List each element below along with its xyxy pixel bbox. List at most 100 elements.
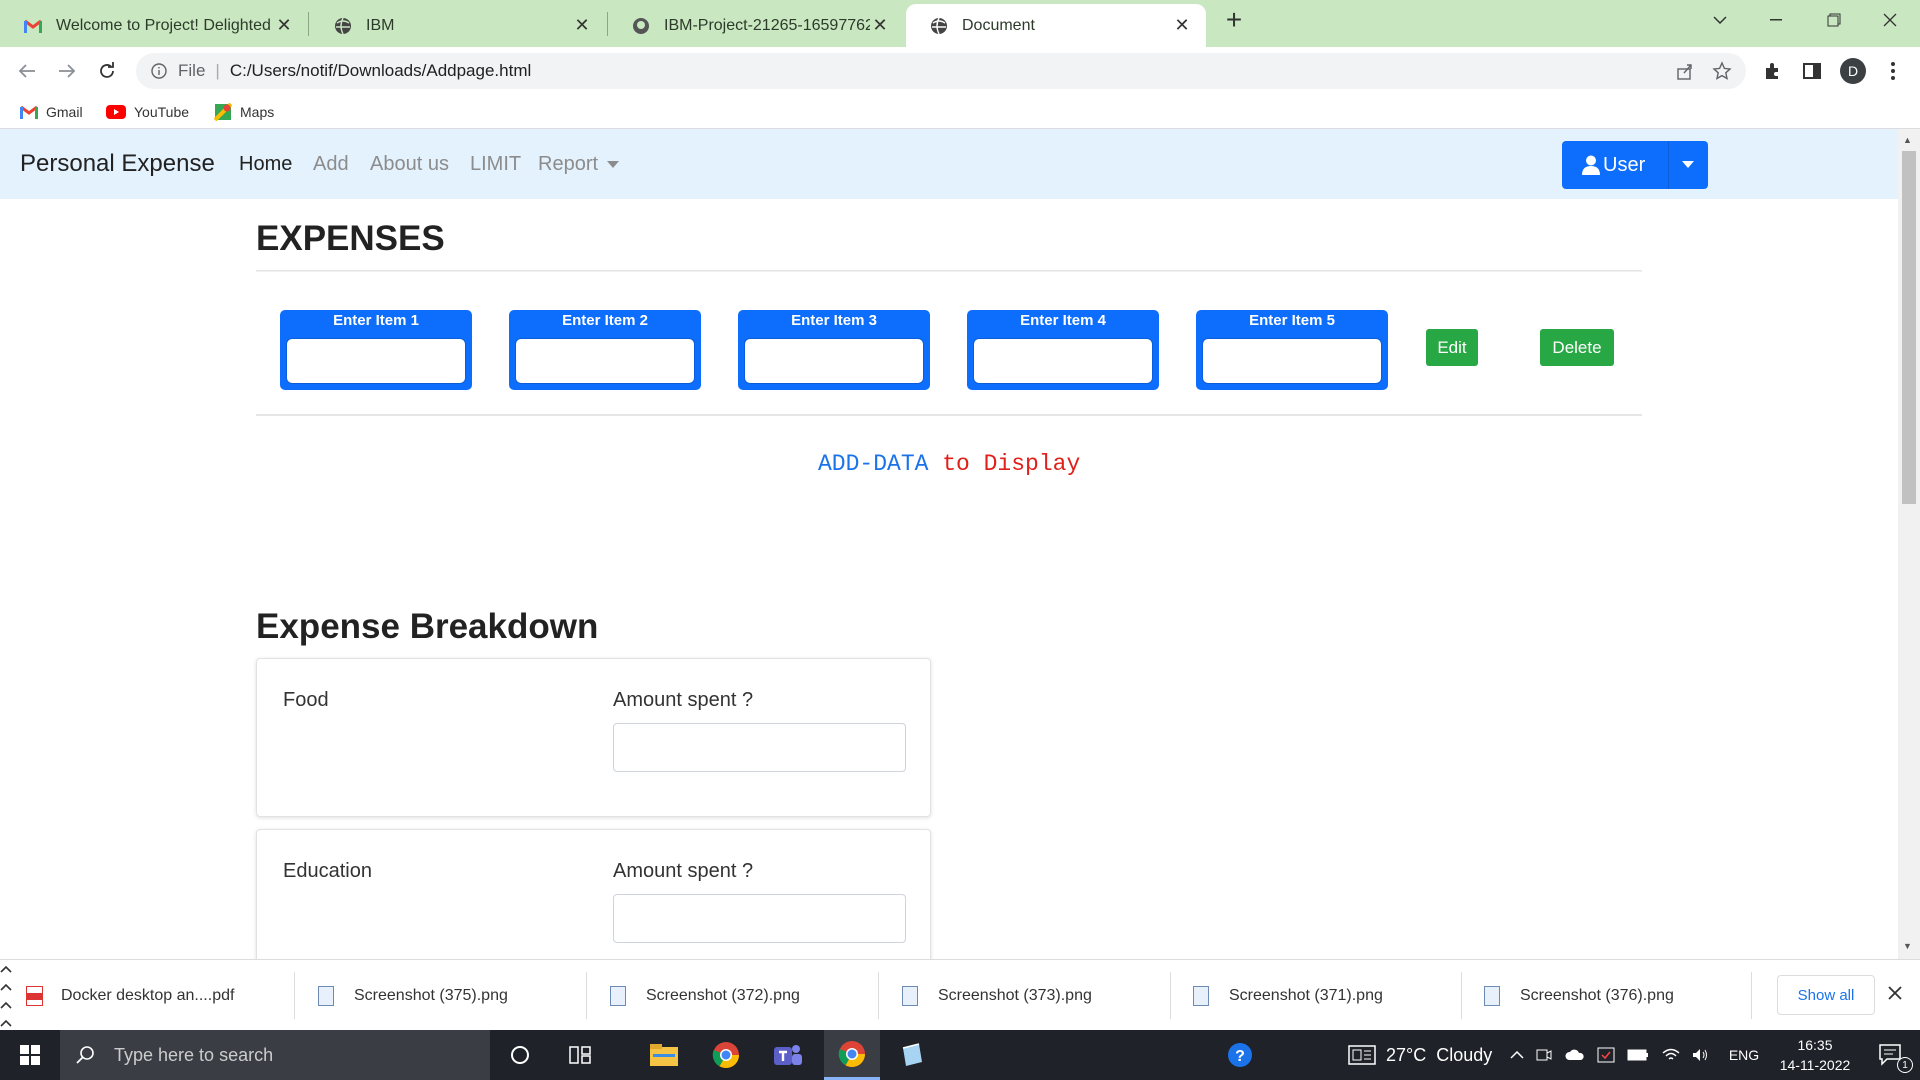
task-view-icon[interactable] <box>560 1030 600 1080</box>
chrome-active-taskbar-icon[interactable] <box>824 1030 880 1080</box>
share-icon[interactable] <box>1676 62 1694 85</box>
show-all-button[interactable]: Show all <box>1777 975 1875 1015</box>
bookmark-star-icon[interactable] <box>1712 61 1732 86</box>
nav-link-add[interactable]: Add <box>313 129 349 199</box>
item-input-box-4: Enter Item 4 <box>967 310 1159 390</box>
address-bar[interactable]: File | C:/Users/notif/Downloads/Addpage.… <box>136 53 1746 89</box>
meet-icon[interactable] <box>1536 1048 1552 1062</box>
close-tab-icon[interactable]: ✕ <box>870 15 890 36</box>
minimize-icon[interactable] <box>1748 0 1804 40</box>
profile-avatar[interactable]: D <box>1837 55 1869 87</box>
taskbar-search-box[interactable]: Type here to search <box>60 1030 490 1080</box>
windows-start-icon[interactable] <box>0 1030 60 1080</box>
help-icon[interactable]: ? <box>1222 1030 1258 1080</box>
close-tab-icon[interactable]: ✕ <box>572 15 592 36</box>
chrome-taskbar-icon[interactable] <box>702 1030 750 1080</box>
delete-button[interactable]: Delete <box>1540 329 1614 366</box>
nav-dropdown-report[interactable]: Report <box>538 129 620 199</box>
download-filename: Screenshot (372).png <box>646 986 800 1004</box>
tab-gmail[interactable]: Welcome to Project! Delighted to ✕ <box>0 4 308 47</box>
download-filename: Screenshot (371).png <box>1229 986 1383 1004</box>
item-input[interactable] <box>973 338 1153 384</box>
download-separator <box>1170 972 1171 1019</box>
language-indicator[interactable]: ENG <box>1724 1030 1764 1080</box>
side-panel-icon[interactable] <box>1796 55 1828 87</box>
battery-icon[interactable] <box>1627 1049 1649 1061</box>
onedrive-icon[interactable] <box>1565 1049 1585 1061</box>
item-input[interactable] <box>286 338 466 384</box>
bookmark-youtube[interactable]: YouTube <box>106 95 189 129</box>
amount-input[interactable] <box>613 723 906 772</box>
brand-link[interactable]: Personal Expense <box>20 129 215 199</box>
weather-widget[interactable]: 27°C Cloudy <box>1348 1030 1508 1080</box>
download-item[interactable]: Screenshot (371).png <box>1193 960 1383 1031</box>
bookmark-gmail[interactable]: Gmail <box>20 95 83 129</box>
reload-icon[interactable] <box>91 55 123 87</box>
notifications-icon[interactable]: 1 <box>1866 1030 1916 1080</box>
weather-icon <box>1348 1045 1376 1065</box>
kebab-menu-icon[interactable] <box>1877 55 1909 87</box>
tab-github[interactable]: IBM-Project-21265-1659776205/ ✕ <box>608 4 904 47</box>
amount-input[interactable] <box>613 894 906 943</box>
download-item[interactable]: Screenshot (375).png <box>318 960 508 1031</box>
nav-link-about[interactable]: About us <box>370 129 449 199</box>
volume-icon[interactable] <box>1692 1048 1710 1062</box>
nav-link-limit[interactable]: LIMIT <box>470 129 521 199</box>
download-item[interactable]: Docker desktop an....pdf <box>26 960 234 1031</box>
bookmark-maps[interactable]: Maps <box>214 95 274 129</box>
close-tab-icon[interactable]: ✕ <box>274 15 294 36</box>
tab-document[interactable]: Document ✕ <box>906 4 1206 47</box>
back-arrow-icon[interactable] <box>11 55 43 87</box>
item-input-box-2: Enter Item 2 <box>509 310 701 390</box>
add-data-keyword: ADD-DATA <box>818 451 929 477</box>
item-input[interactable] <box>515 338 695 384</box>
caret-down-icon[interactable] <box>1682 161 1694 168</box>
amount-label: Amount spent ? <box>613 860 754 882</box>
new-tab-button[interactable]: + <box>1210 0 1258 40</box>
notepad-icon[interactable] <box>888 1030 936 1080</box>
download-filename: Docker desktop an....pdf <box>61 986 235 1004</box>
item-input[interactable] <box>744 338 924 384</box>
chevron-up-icon[interactable] <box>1510 1051 1524 1059</box>
user-dropdown-button[interactable]: User <box>1562 141 1708 189</box>
security-icon[interactable] <box>1597 1047 1615 1063</box>
item-label: Enter Item 1 <box>333 312 419 329</box>
item-label: Enter Item 3 <box>791 312 877 329</box>
close-tab-icon[interactable]: ✕ <box>1172 15 1192 36</box>
url-text[interactable]: C:/Users/notif/Downloads/Addpage.html <box>230 61 531 81</box>
file-explorer-icon[interactable] <box>640 1030 688 1080</box>
item-label: Enter Item 5 <box>1249 312 1335 329</box>
download-item[interactable]: Screenshot (376).png <box>1484 960 1674 1031</box>
close-window-icon[interactable] <box>1862 0 1918 40</box>
search-placeholder: Type here to search <box>114 1044 274 1065</box>
gmail-icon <box>20 105 38 119</box>
scroll-up-arrow-icon[interactable]: ▲ <box>1903 135 1912 145</box>
page-scrollbar[interactable]: ▲ ▼ <box>1898 129 1920 959</box>
add-data-message: ADD-DATA to Display <box>818 451 1080 477</box>
download-filename: Screenshot (373).png <box>938 986 1092 1004</box>
teams-icon[interactable] <box>764 1030 812 1080</box>
extensions-icon[interactable] <box>1756 55 1788 87</box>
tab-title: Document <box>962 16 1035 34</box>
download-item[interactable]: Screenshot (373).png <box>902 960 1092 1031</box>
item-input[interactable] <box>1202 338 1382 384</box>
cortana-icon[interactable] <box>500 1030 540 1080</box>
edit-button[interactable]: Edit <box>1426 329 1478 366</box>
info-icon[interactable] <box>150 62 168 80</box>
download-item[interactable]: Screenshot (372).png <box>610 960 800 1031</box>
download-filename: Screenshot (376).png <box>1520 986 1674 1004</box>
tab-title: Welcome to Project! Delighted to <box>56 16 274 34</box>
url-divider: | <box>215 61 220 80</box>
download-separator <box>1751 972 1752 1019</box>
scroll-down-arrow-icon[interactable]: ▼ <box>1903 941 1912 951</box>
download-separator <box>586 972 587 1019</box>
restore-icon[interactable] <box>1806 0 1862 40</box>
scrollbar-thumb[interactable] <box>1902 151 1916 504</box>
clock[interactable]: 16:35 14-11-2022 <box>1770 1030 1860 1080</box>
nav-link-home[interactable]: Home <box>239 129 292 199</box>
forward-arrow-icon[interactable] <box>51 55 83 87</box>
tab-search-chevron-icon[interactable] <box>1692 0 1748 40</box>
tab-ibm[interactable]: IBM ✕ <box>310 4 606 47</box>
close-downloads-icon[interactable] <box>1888 986 1902 1005</box>
wifi-icon[interactable] <box>1662 1048 1680 1062</box>
